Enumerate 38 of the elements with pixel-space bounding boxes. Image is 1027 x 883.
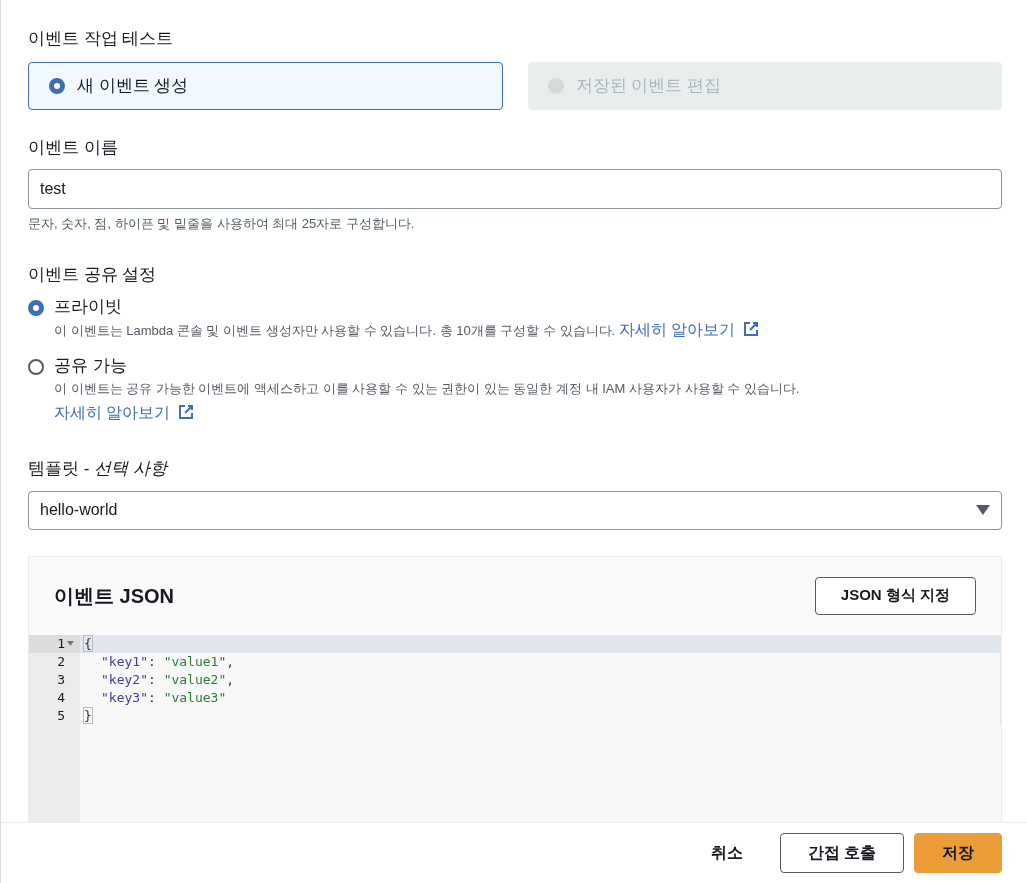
description-text: 이 이벤트는 Lambda 콘솔 및 이벤트 생성자만 사용할 수 있습니다. 총 10개를 구성할 수 있습니다. xyxy=(54,323,616,338)
input-field[interactable]: test xyxy=(28,169,1002,209)
description-text: 이 이벤트는 공유 가능한 이벤트에 액세스하고 이를 사용할 수 있는 권한이 있는 동일한 계정 내 IAM 사용자가 사용할 수 있습니다. xyxy=(54,381,800,396)
panel-title: 이벤트 JSON xyxy=(54,583,175,609)
radio-button[interactable] xyxy=(49,77,65,94)
template-select[interactable]: hello-world xyxy=(28,490,1002,530)
option-tile[interactable]: 새 이벤트 생성 xyxy=(28,61,503,110)
radio-label: 공유 가능 xyxy=(54,355,128,377)
optional-label: 선택 사항 xyxy=(94,459,167,478)
section-title: 이벤트 작업 테스트 xyxy=(28,28,175,50)
format-json-button[interactable]: JSON 형식 지정 xyxy=(814,576,976,615)
radio-button[interactable] xyxy=(28,359,44,375)
save-button[interactable]: 저장 xyxy=(914,833,1002,873)
caret-down-icon xyxy=(976,505,990,515)
line-number: 3 xyxy=(57,670,65,689)
hint-text: 문자, 숫자, 점, 하이픈 및 밑줄을 사용하여 최대 25자로 구성합니다. xyxy=(28,215,416,233)
learn-more-link[interactable]: 자세히 알아보기 xyxy=(618,321,760,338)
code-line: { xyxy=(84,634,92,653)
line-number: 2 xyxy=(57,652,65,671)
line-number: 4 xyxy=(57,688,65,707)
cancel-button[interactable]: 취소 xyxy=(683,833,770,873)
line-number: 1 xyxy=(57,634,65,653)
line-number: 5 xyxy=(57,706,65,725)
external-link-icon xyxy=(743,321,760,337)
external-link-icon xyxy=(178,404,195,420)
fold-caret-icon[interactable] xyxy=(67,641,74,646)
code-editor[interactable]: 1 2 3 4 5 { "key1": "value1", "key2": "value2", "key3": "value3" } xyxy=(29,634,1001,822)
field-label: 템플릿 - xyxy=(28,459,91,478)
radio-button[interactable] xyxy=(28,300,44,316)
code-line: } xyxy=(84,706,92,725)
invoke-button[interactable]: 간접 호출 xyxy=(779,833,904,873)
learn-more-link[interactable]: 자세히 알아보기 xyxy=(54,404,195,421)
code-line: "key3": "value3" xyxy=(100,688,227,707)
field-label: 이벤트 이름 xyxy=(28,136,119,159)
field-label: 이벤트 공유 설정 xyxy=(28,263,158,286)
radio-label: 프라이빗 xyxy=(54,296,123,318)
code-line: "key1": "value1", xyxy=(100,652,235,671)
code-line: "key2": "value2", xyxy=(100,670,235,689)
